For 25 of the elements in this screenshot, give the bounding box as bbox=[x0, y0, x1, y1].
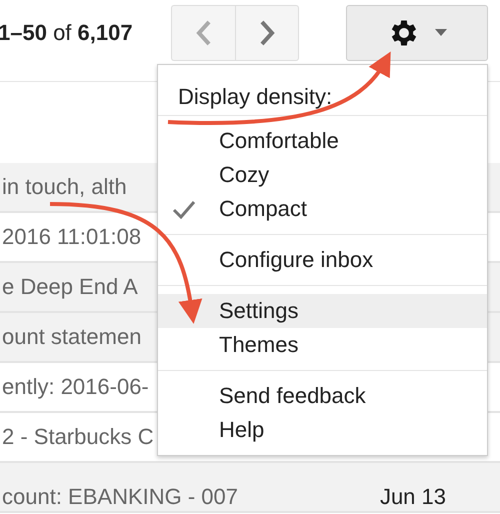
email-snippet: 2 - Starbucks C bbox=[2, 424, 154, 450]
email-snippet: e Deep End A bbox=[2, 274, 138, 300]
menu-heading: Display density: bbox=[177, 83, 332, 111]
email-date: Jun 13 bbox=[380, 484, 446, 510]
chevron-left-icon bbox=[196, 20, 212, 46]
checkmark-icon bbox=[172, 199, 196, 219]
caret-icon bbox=[435, 29, 447, 36]
settings-button[interactable] bbox=[346, 4, 488, 60]
email-snippet: in touch, alth bbox=[2, 174, 127, 200]
email-snippet: 2016 11:01:08 bbox=[2, 224, 142, 250]
menu-item[interactable]: Configure inbox bbox=[158, 243, 487, 277]
menu-item[interactable]: Cozy bbox=[158, 158, 487, 192]
email-snippet: ently: 2016-06- bbox=[2, 374, 149, 400]
email-row[interactable]: count: EBANKING - 007 Jun 13 bbox=[0, 463, 500, 513]
menu-item[interactable]: Themes bbox=[158, 328, 487, 362]
menu-item[interactable]: Settings bbox=[158, 294, 487, 328]
menu-item[interactable]: Send feedback bbox=[158, 379, 487, 413]
menu-item[interactable]: Comfortable bbox=[158, 124, 487, 158]
menu-item[interactable]: Compact bbox=[158, 192, 487, 226]
email-snippet: count: EBANKING - 007 bbox=[2, 484, 238, 510]
email-snippet: ount statemen bbox=[2, 324, 142, 350]
next-page-button[interactable] bbox=[235, 4, 299, 60]
menu-item[interactable]: Help bbox=[158, 413, 487, 447]
chevron-right-icon bbox=[259, 20, 275, 46]
previous-page-button[interactable] bbox=[171, 4, 235, 60]
